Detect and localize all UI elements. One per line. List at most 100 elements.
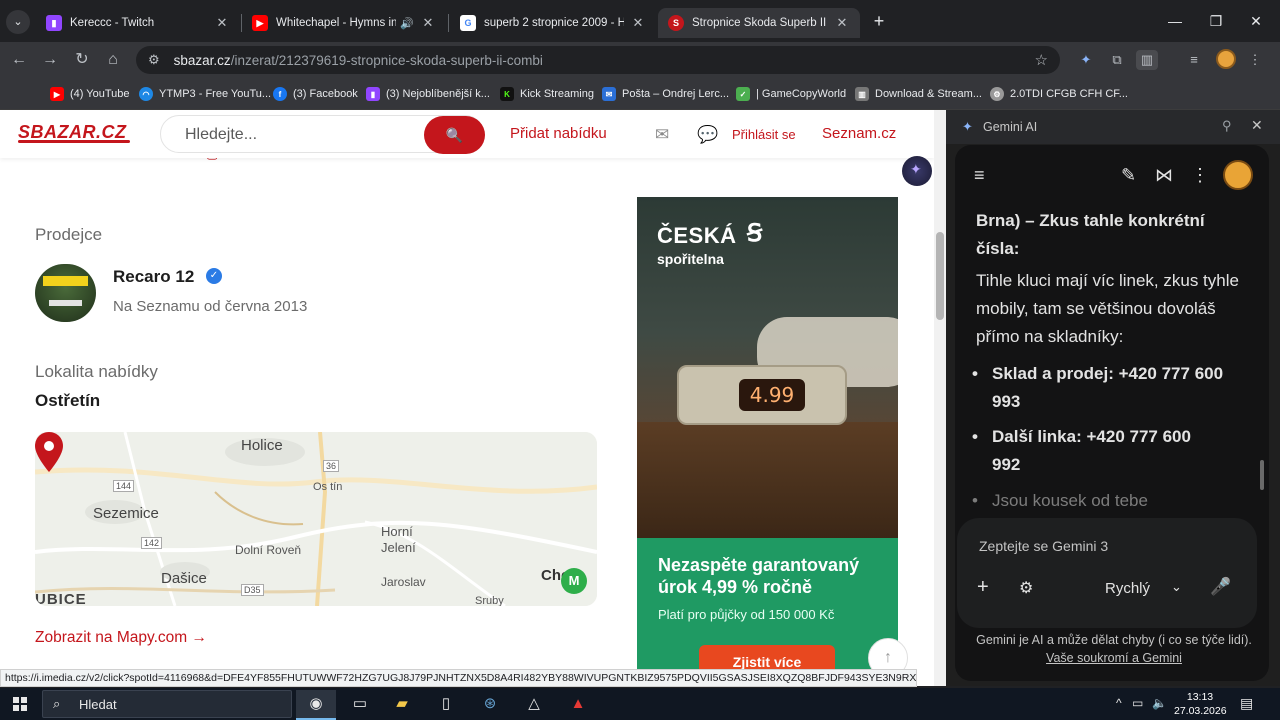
- site-settings-icon[interactable]: ⚙: [148, 52, 160, 68]
- location-map[interactable]: Holice Sezemice Dolní Roveň Dašice Horní…: [35, 432, 597, 606]
- audio-playing-icon[interactable]: 🔊: [400, 17, 414, 30]
- model-mode-selector[interactable]: Rychlý: [1105, 580, 1150, 597]
- add-offer-link[interactable]: Přidat nabídku: [510, 125, 607, 142]
- show-on-mapy-link[interactable]: Zobrazit na Mapy.com →: [35, 629, 207, 647]
- chrome-taskbar-icon[interactable]: ◉: [296, 690, 336, 720]
- profile-avatar[interactable]: [1216, 49, 1236, 69]
- extensions-puzzle-icon[interactable]: ⧉: [1106, 50, 1128, 70]
- close-icon[interactable]: ✕: [834, 15, 850, 31]
- reload-button[interactable]: ↻: [70, 48, 94, 72]
- bookmark-posta[interactable]: ✉ Pošta – Ondrej Lerc...: [602, 84, 729, 104]
- page-scrollbar-thumb[interactable]: [936, 232, 944, 320]
- close-icon[interactable]: ✕: [420, 15, 436, 31]
- seller-name[interactable]: Recaro 12: [113, 267, 194, 287]
- search-button[interactable]: 🔍: [424, 116, 485, 154]
- bookmark-label: Download & Stream...: [875, 88, 982, 100]
- media-controls-icon[interactable]: ≡: [1183, 50, 1205, 70]
- bookmark-youtube[interactable]: ▶ (4) YouTube: [50, 84, 130, 104]
- privacy-link[interactable]: Vaše soukromí a Gemini: [1046, 651, 1182, 665]
- microphone-icon[interactable]: 🎤: [1210, 577, 1231, 597]
- side-panel-header: ✦ Gemini AI ⚲ ✕: [946, 110, 1280, 144]
- gemini-prompt-box[interactable]: Zeptejte se Gemini 3 + ⚙ Rychlý ⌄ 🎤: [957, 518, 1257, 628]
- tab-sbazar[interactable]: S Stropnice Škoda Superb II comb ✕: [658, 8, 860, 38]
- minimize-button[interactable]: —: [1155, 0, 1195, 42]
- response-bullet: Další linka: +420 777 600 992: [972, 423, 1224, 479]
- ceska-sporitelna-logo-icon: Ꞩ: [747, 220, 763, 247]
- search-icon: ⌕: [53, 696, 61, 711]
- new-tab-button[interactable]: +: [868, 10, 890, 32]
- close-icon[interactable]: ✕: [214, 15, 230, 31]
- mail-icon[interactable]: ✉: [655, 125, 669, 145]
- share-icon[interactable]: ⋈: [1155, 165, 1173, 186]
- ytmp3-icon: ◠: [139, 87, 153, 101]
- launcher-taskbar-icon[interactable]: △: [514, 690, 554, 720]
- bookmark-kick[interactable]: K Kick Streaming: [500, 84, 594, 104]
- ad-clock-display: 4.99: [739, 379, 805, 411]
- steam-taskbar-icon[interactable]: ⊛: [470, 690, 510, 720]
- bookmark-tdi[interactable]: ⚙ 2.0TDI CFGB CFH CF...: [990, 84, 1128, 104]
- map-label-dolni-roven: Dolní Roveň: [235, 543, 302, 557]
- logo-swoosh: [18, 140, 130, 143]
- file-explorer-taskbar-icon[interactable]: ▰: [382, 690, 422, 720]
- google-icon: G: [460, 15, 476, 31]
- bookmark-twitch[interactable]: ▮ (3) Nejoblíbenější k...: [366, 84, 490, 104]
- bookmark-gamecopyworld[interactable]: ✓ | GameCopyWorld: [736, 84, 846, 104]
- map-label-horni-jeleni: Horní Jelení: [381, 524, 416, 555]
- seller-avatar[interactable]: [35, 264, 96, 322]
- bookmark-label: YTMP3 - Free YouTu...: [159, 88, 272, 100]
- tab-title: Kereccc - Twitch: [70, 17, 155, 29]
- home-button[interactable]: ⌂: [101, 48, 125, 72]
- gamecopyworld-icon: ✓: [736, 87, 750, 101]
- volume-icon[interactable]: 🔈: [1152, 696, 1167, 710]
- add-attachment-icon[interactable]: +: [977, 576, 989, 599]
- restore-button[interactable]: ❐: [1196, 0, 1236, 42]
- pin-icon[interactable]: ⚲: [1222, 118, 1232, 134]
- mapy-logo-icon[interactable]: M: [561, 568, 587, 594]
- tools-icon[interactable]: ⚙: [1019, 578, 1033, 598]
- close-icon[interactable]: ✕: [630, 15, 646, 31]
- tab-search-chevron-icon[interactable]: ⌄: [6, 10, 30, 34]
- tab-google-search[interactable]: G superb 2 stropnice 2009 - Hled ✕: [450, 8, 656, 38]
- bookmark-star-icon[interactable]: ☆: [1035, 51, 1048, 69]
- game-launcher-taskbar-icon[interactable]: ▲: [558, 690, 598, 720]
- tray-expand-icon[interactable]: ^: [1116, 696, 1122, 710]
- page-scrollbar[interactable]: [934, 110, 946, 686]
- windows-start-icon[interactable]: [13, 697, 27, 711]
- menu-dots-icon[interactable]: ⋮: [1244, 50, 1266, 70]
- seznam-link[interactable]: Seznam.cz: [822, 125, 896, 142]
- new-chat-edit-icon[interactable]: ✎: [1121, 165, 1136, 186]
- address-bar[interactable]: ⚙ sbazar.cz /inzerat/212379619-stropnice…: [136, 46, 1060, 74]
- document-taskbar-icon[interactable]: ▯: [426, 690, 466, 720]
- side-panel-close-icon[interactable]: ✕: [1251, 117, 1263, 134]
- network-icon[interactable]: ▭: [1132, 696, 1143, 710]
- notifications-icon[interactable]: ▤: [1240, 695, 1253, 712]
- taskbar-clock[interactable]: 13:13 27.03.2026: [1174, 690, 1227, 718]
- login-link[interactable]: Přihlásit se: [732, 127, 796, 142]
- side-panel-icon[interactable]: ▥: [1136, 50, 1158, 70]
- window-close-button[interactable]: ✕: [1236, 0, 1276, 42]
- forward-button[interactable]: →: [38, 48, 62, 72]
- chat-scrollbar-thumb[interactable]: [1260, 460, 1264, 490]
- mail-app-taskbar-icon[interactable]: ▭: [340, 690, 380, 720]
- search-icon: 🔍: [445, 127, 464, 143]
- ceska-sporitelna-ad[interactable]: 4.99 ČESKÁ Ꞩ spořitelna Nezaspěte garant…: [637, 197, 898, 677]
- map-label-holice: Holice: [241, 437, 283, 454]
- chat-icon[interactable]: 💬: [697, 125, 718, 145]
- sbazar-logo[interactable]: SBAZAR.CZ: [18, 122, 130, 143]
- back-button[interactable]: ←: [7, 48, 31, 72]
- user-avatar[interactable]: [1223, 160, 1253, 190]
- taskbar-search[interactable]: ⌕ Hledat: [42, 690, 292, 718]
- chevron-down-icon[interactable]: ⌄: [1171, 579, 1182, 595]
- bookmark-download-stream[interactable]: ▥ Download & Stream...: [855, 84, 982, 104]
- gemini-floating-button[interactable]: ✦: [902, 156, 932, 186]
- search-field[interactable]: Hledejte... 🔍: [160, 115, 485, 154]
- tab-twitch[interactable]: ▮ Kereccc - Twitch ✕: [36, 8, 240, 38]
- gemini-extension-icon[interactable]: ✦: [1075, 50, 1097, 70]
- bookmark-facebook[interactable]: f (3) Facebook: [273, 84, 358, 104]
- tab-youtube[interactable]: ▶ Whitechapel - Hymns in Dis 🔊 ✕: [242, 8, 446, 38]
- map-label-sezemice: Sezemice: [93, 505, 159, 522]
- more-options-icon[interactable]: ⋮: [1191, 165, 1209, 186]
- hamburger-menu-icon[interactable]: ≡: [974, 165, 985, 186]
- bookmark-label: | GameCopyWorld: [756, 88, 847, 100]
- bookmark-ytmp3[interactable]: ◠ YTMP3 - Free YouTu...: [139, 84, 271, 104]
